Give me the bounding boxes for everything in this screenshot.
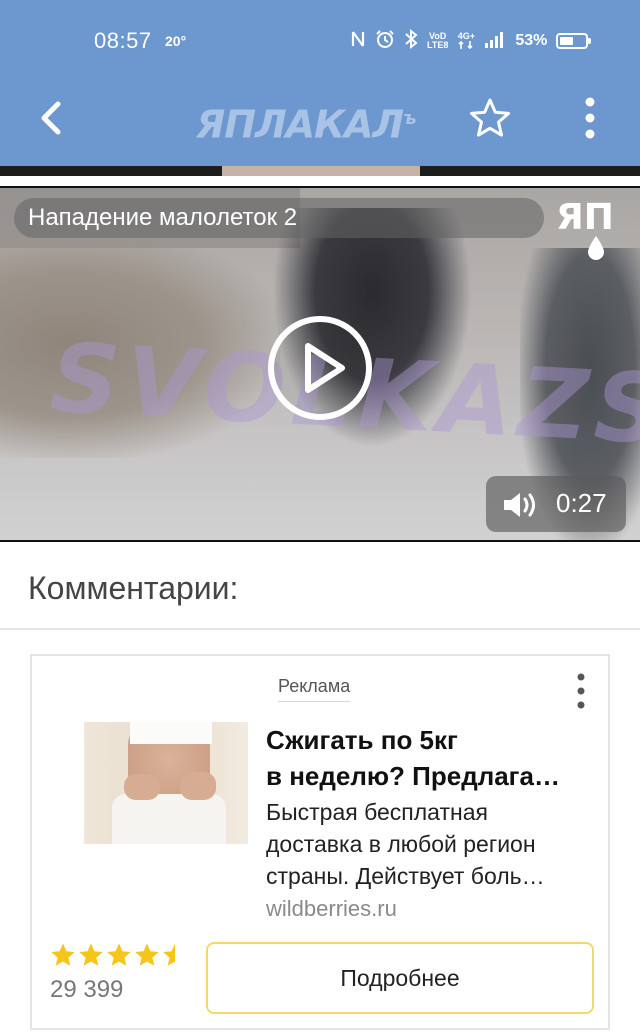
4g-icon: 4G+ — [457, 30, 475, 51]
more-vertical-icon — [577, 673, 585, 709]
battery-fill — [560, 37, 574, 45]
ad-domain[interactable]: wildberries.ru — [266, 896, 397, 922]
ad-image-shorts — [112, 794, 226, 844]
back-button[interactable] — [34, 96, 74, 140]
alarm-icon — [375, 29, 395, 54]
video-player[interactable]: SVOLKAZS Нападение малолеток 2 ЯП 0:27 — [0, 186, 640, 542]
signal-icon — [484, 30, 506, 53]
star-outline-icon — [470, 98, 510, 137]
brand-mark-text: ЯП — [556, 197, 614, 238]
battery-percent: 53% — [515, 32, 548, 49]
bluetooth-icon — [404, 28, 418, 54]
star-half-icon — [163, 943, 187, 966]
logo-text: ЯПЛАКАЛ — [196, 102, 404, 147]
network-label: 4G+ — [457, 30, 475, 41]
play-icon — [268, 316, 372, 420]
status-bar: 08:57 20° VoD LTE8 4G+ 53% — [0, 0, 640, 82]
ad-image-hand — [180, 772, 216, 800]
star-filled-icon — [135, 943, 159, 966]
brand-mark: ЯП — [556, 196, 628, 260]
drop-icon — [588, 236, 604, 260]
more-menu-button[interactable] — [574, 96, 606, 140]
ad-card[interactable]: Реклама Сжигать по 5кг в неделю? Предлаг… — [30, 654, 610, 1030]
ad-title-line: в неделю? Предлага… — [266, 761, 560, 791]
more-vertical-icon — [585, 97, 595, 139]
star-filled-icon — [79, 943, 103, 966]
star-filled-icon — [51, 943, 75, 966]
ad-image-hand — [124, 774, 160, 800]
app-bar: ЯПЛАКАЛъ — [0, 82, 640, 166]
section-divider — [0, 628, 640, 630]
star-filled-icon — [107, 943, 131, 966]
battery-icon — [556, 33, 592, 49]
ad-menu-button[interactable] — [572, 672, 590, 710]
header-strip-thumb — [222, 166, 420, 176]
volume-button[interactable] — [502, 490, 538, 520]
play-button[interactable] — [266, 314, 374, 422]
status-temperature: 20° — [165, 33, 187, 49]
ad-description: Быстрая бесплатная доставка в любой реги… — [266, 796, 596, 892]
ad-label: Реклама — [278, 676, 351, 702]
comments-heading: Комментарии: — [28, 570, 239, 606]
app-logo[interactable]: ЯПЛАКАЛъ — [196, 96, 446, 147]
ad-image-top — [130, 722, 212, 744]
nfc-icon — [350, 30, 366, 53]
top-bar: 08:57 20° VoD LTE8 4G+ 53% ЯПЛАКАЛъ — [0, 0, 640, 166]
ad-desc-line: Быстрая бесплатная — [266, 799, 488, 825]
volte-icon: VoD LTE8 — [427, 32, 448, 50]
status-icons: VoD LTE8 4G+ 53% — [350, 28, 592, 54]
ad-title[interactable]: Сжигать по 5кг в неделю? Предлага… — [266, 722, 596, 794]
ad-title-line: Сжигать по 5кг — [266, 725, 458, 755]
status-time: 08:57 — [94, 28, 152, 53]
favorite-button[interactable] — [468, 96, 512, 140]
ad-image[interactable] — [84, 722, 248, 844]
rating-stars — [50, 942, 200, 968]
video-controls: 0:27 — [486, 476, 626, 532]
ad-desc-line: доставка в любой регион — [266, 831, 536, 857]
ad-desc-line: страны. Действует боль… — [266, 863, 545, 889]
video-title: Нападение малолеток 2 — [14, 198, 544, 238]
rating-count: 29 399 — [50, 976, 124, 1003]
logo-sup: ъ — [403, 108, 416, 129]
volume-icon — [504, 493, 535, 517]
more-details-button[interactable]: Подробнее — [206, 942, 594, 1014]
volte-label-bottom: LTE8 — [427, 40, 449, 50]
chevron-left-icon — [41, 101, 61, 135]
video-duration: 0:27 — [556, 488, 607, 518]
